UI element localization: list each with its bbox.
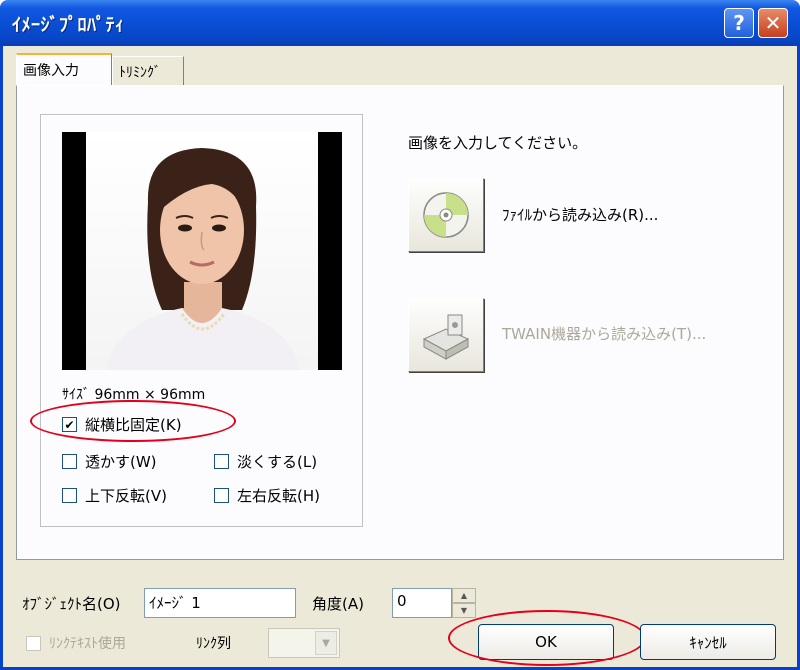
- link-text-checkbox: [26, 635, 41, 651]
- image-size-text: ｻｲｽﾞ 96mm × 96mm: [62, 387, 206, 403]
- load-from-file-button[interactable]: [408, 178, 484, 252]
- faint-checkbox[interactable]: [214, 454, 229, 469]
- keep-ratio-option[interactable]: ✔ 縦横比固定(K): [62, 414, 182, 435]
- flip-vertical-checkbox[interactable]: [62, 488, 77, 503]
- flip-horizontal-option[interactable]: 左右反転(H): [214, 485, 320, 506]
- faint-label: 淡くする(L): [237, 453, 318, 471]
- cd-icon: [423, 192, 469, 238]
- ok-button[interactable]: OK: [478, 624, 614, 660]
- keep-ratio-label: 縦横比固定(K): [85, 416, 182, 434]
- transparent-option[interactable]: 透かす(W): [62, 451, 157, 472]
- transparent-label: 透かす(W): [85, 453, 157, 471]
- angle-label: 角度(A): [312, 595, 364, 613]
- load-from-twain-button[interactable]: [408, 298, 484, 372]
- link-column-label: ﾘﾝｸ列: [196, 636, 231, 652]
- portrait-illustration: [106, 148, 300, 370]
- flip-vertical-label: 上下反転(V): [85, 487, 167, 505]
- scanner-icon: [422, 314, 470, 360]
- tab-trimming[interactable]: ﾄﾘﾐﾝｸﾞ: [112, 56, 184, 86]
- link-text-option: ﾘﾝｸﾃｷｽﾄ使用: [26, 633, 126, 653]
- object-name-label: ｵﾌﾞｼﾞｪｸﾄ名(O): [22, 595, 121, 613]
- chevron-down-icon: ▼: [315, 631, 337, 655]
- spin-down-icon[interactable]: ▼: [452, 603, 476, 618]
- faint-option[interactable]: 淡くする(L): [214, 451, 317, 472]
- keep-ratio-checkbox[interactable]: ✔: [62, 417, 77, 432]
- input-instruction: 画像を入力してください。: [408, 134, 588, 152]
- tab-image-input[interactable]: 画像入力: [16, 53, 112, 85]
- link-column-dropdown: ▼: [268, 628, 340, 658]
- load-from-twain-label: TWAIN機器から読み込み(T)...: [502, 325, 707, 343]
- flip-horizontal-checkbox[interactable]: [214, 488, 229, 503]
- title-bar[interactable]: ｲﾒｰｼﾞﾌﾟﾛﾊﾟﾃｨ ? ✕: [0, 0, 800, 46]
- link-text-label: ﾘﾝｸﾃｷｽﾄ使用: [49, 636, 126, 652]
- flip-vertical-option[interactable]: 上下反転(V): [62, 485, 167, 506]
- spin-up-icon[interactable]: ▲: [452, 588, 476, 603]
- load-from-file-label[interactable]: ﾌｧｲﾙから読み込み(R)...: [502, 204, 658, 225]
- help-button[interactable]: ?: [724, 8, 754, 38]
- object-name-input[interactable]: ｲﾒｰｼﾞ 1: [144, 588, 296, 618]
- window-title: ｲﾒｰｼﾞﾌﾟﾛﾊﾟﾃｨ: [12, 15, 125, 36]
- angle-spinner[interactable]: ▲ ▼: [452, 588, 476, 618]
- angle-input[interactable]: 0: [392, 588, 452, 618]
- flip-horizontal-label: 左右反転(H): [237, 487, 320, 505]
- portrait-photo: [86, 132, 318, 370]
- transparent-checkbox[interactable]: [62, 454, 77, 469]
- image-preview: [62, 132, 342, 370]
- cancel-button[interactable]: ｷｬﾝｾﾙ: [640, 624, 776, 660]
- close-button[interactable]: ✕: [758, 8, 788, 38]
